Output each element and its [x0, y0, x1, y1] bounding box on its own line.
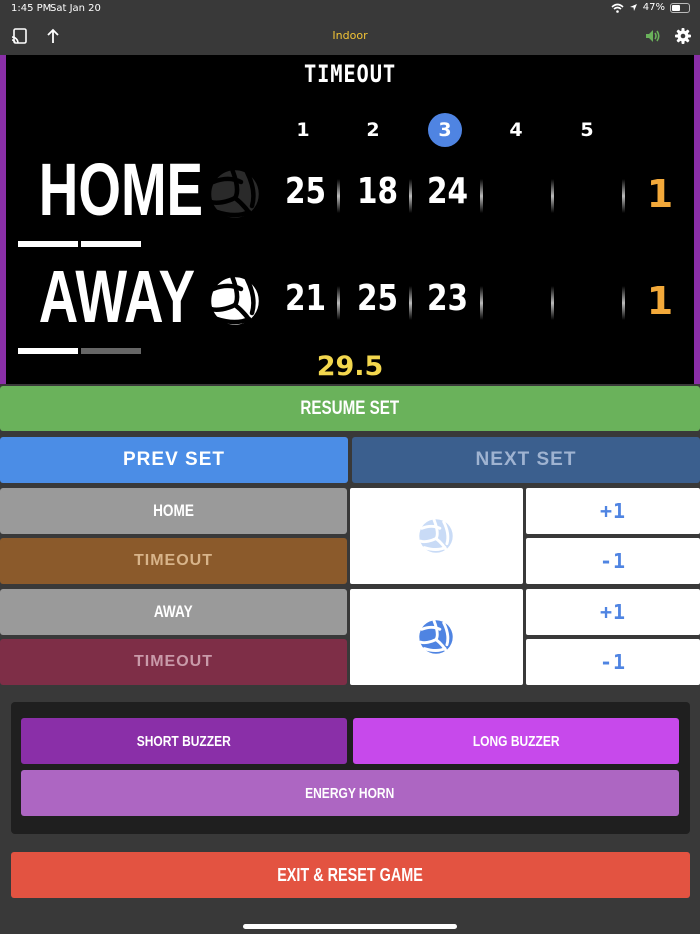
set-number-3-current: 3 [428, 113, 462, 147]
separator [622, 179, 625, 213]
resume-set-label: RESUME SET [300, 397, 400, 419]
away-timeout-label: TIMEOUT [134, 653, 213, 670]
away-serve-ball-icon [207, 273, 263, 329]
set-number-4: 4 [509, 119, 523, 141]
away-team-name: AWAY [38, 255, 196, 338]
next-set-button[interactable]: NEXT SET [352, 437, 700, 483]
location-icon [629, 4, 637, 11]
next-set-label: NEXT SET [475, 449, 577, 470]
away-sets-won: 1 [646, 279, 674, 323]
set-number-5: 5 [580, 119, 594, 141]
scoreboard-left-edge [0, 55, 6, 384]
set-number-1: 1 [296, 119, 310, 141]
separator [622, 286, 625, 320]
away-plus-one-button[interactable]: +1 [526, 589, 700, 635]
timeout-title: TIMEOUT [304, 60, 396, 88]
home-score-set-2: 18 [356, 171, 399, 212]
status-time: 1:45 PM [11, 3, 52, 14]
home-serve-ball-icon [419, 518, 453, 553]
home-serve-ball-icon [207, 166, 263, 222]
away-score-set-2: 25 [356, 278, 399, 319]
home-team-label: HOME [153, 501, 194, 520]
home-minus-one-button[interactable]: -1 [526, 538, 700, 584]
separator [409, 286, 412, 320]
away-timeout-button[interactable]: TIMEOUT [0, 639, 347, 685]
away-team-button[interactable]: AWAY [0, 589, 347, 635]
away-minus-one-button[interactable]: -1 [526, 639, 700, 685]
prev-set-label: PREV SET [123, 449, 225, 470]
home-team-button[interactable]: HOME [0, 488, 347, 534]
away-minus-one-label: -1 [599, 650, 627, 674]
status-bar: 1:45 PM Sat Jan 20 47% [0, 0, 700, 18]
separator [409, 179, 412, 213]
battery-icon [670, 2, 690, 13]
scoreboard-right-edge [694, 55, 700, 384]
separator [337, 179, 340, 213]
home-plus-one-label: +1 [599, 499, 627, 523]
separator [337, 286, 340, 320]
away-team-label: AWAY [154, 602, 193, 621]
home-timeout-bar-1 [18, 241, 78, 247]
nav-bar: Indoor [0, 18, 700, 55]
resume-set-button[interactable]: RESUME SET [0, 386, 700, 431]
home-team-name: HOME [38, 148, 204, 231]
mode-title: Indoor [332, 29, 368, 42]
home-plus-one-button[interactable]: +1 [526, 488, 700, 534]
away-serve-ball-icon [419, 619, 453, 654]
timeout-clock: 29.5 [316, 351, 384, 382]
battery-percent: 47% [642, 2, 665, 13]
gear-icon[interactable] [674, 27, 692, 45]
separator [551, 179, 554, 213]
status-date: Sat Jan 20 [50, 3, 101, 14]
short-buzzer-label: SHORT BUZZER [137, 732, 231, 750]
exit-reset-game-button[interactable]: EXIT & RESET GAME [11, 852, 690, 898]
separator [480, 286, 483, 320]
long-buzzer-label: LONG BUZZER [472, 732, 560, 750]
home-indicator[interactable] [243, 924, 457, 929]
away-score-set-1: 21 [284, 278, 327, 319]
separator [480, 179, 483, 213]
away-plus-one-label: +1 [599, 600, 627, 624]
home-serve-button[interactable] [350, 488, 523, 584]
exit-reset-game-label: EXIT & RESET GAME [277, 864, 424, 885]
home-score-set-3: 24 [426, 171, 469, 212]
home-timeout-label: TIMEOUT [134, 552, 213, 569]
long-buzzer-button[interactable]: LONG BUZZER [353, 718, 679, 764]
scoreboard: TIMEOUT 1 2 3 4 5 HOME 25 18 24 1 AWAY 2… [0, 55, 700, 384]
energy-horn-label: ENERGY HORN [305, 784, 395, 802]
home-timeout-button[interactable]: TIMEOUT [0, 538, 347, 584]
set-number-2: 2 [366, 119, 380, 141]
separator [551, 286, 554, 320]
home-minus-one-label: -1 [599, 549, 627, 573]
speaker-icon[interactable] [644, 27, 662, 45]
short-buzzer-button[interactable]: SHORT BUZZER [21, 718, 347, 764]
prev-set-button[interactable]: PREV SET [0, 437, 348, 483]
away-score-set-3: 23 [426, 278, 469, 319]
home-score-set-1: 25 [284, 171, 327, 212]
away-serve-button[interactable] [350, 589, 523, 685]
wifi-icon [611, 3, 624, 13]
status-right: 47% [611, 2, 690, 13]
home-timeout-bar-2 [81, 241, 141, 247]
home-sets-won: 1 [646, 172, 674, 216]
energy-horn-button[interactable]: ENERGY HORN [21, 770, 679, 816]
